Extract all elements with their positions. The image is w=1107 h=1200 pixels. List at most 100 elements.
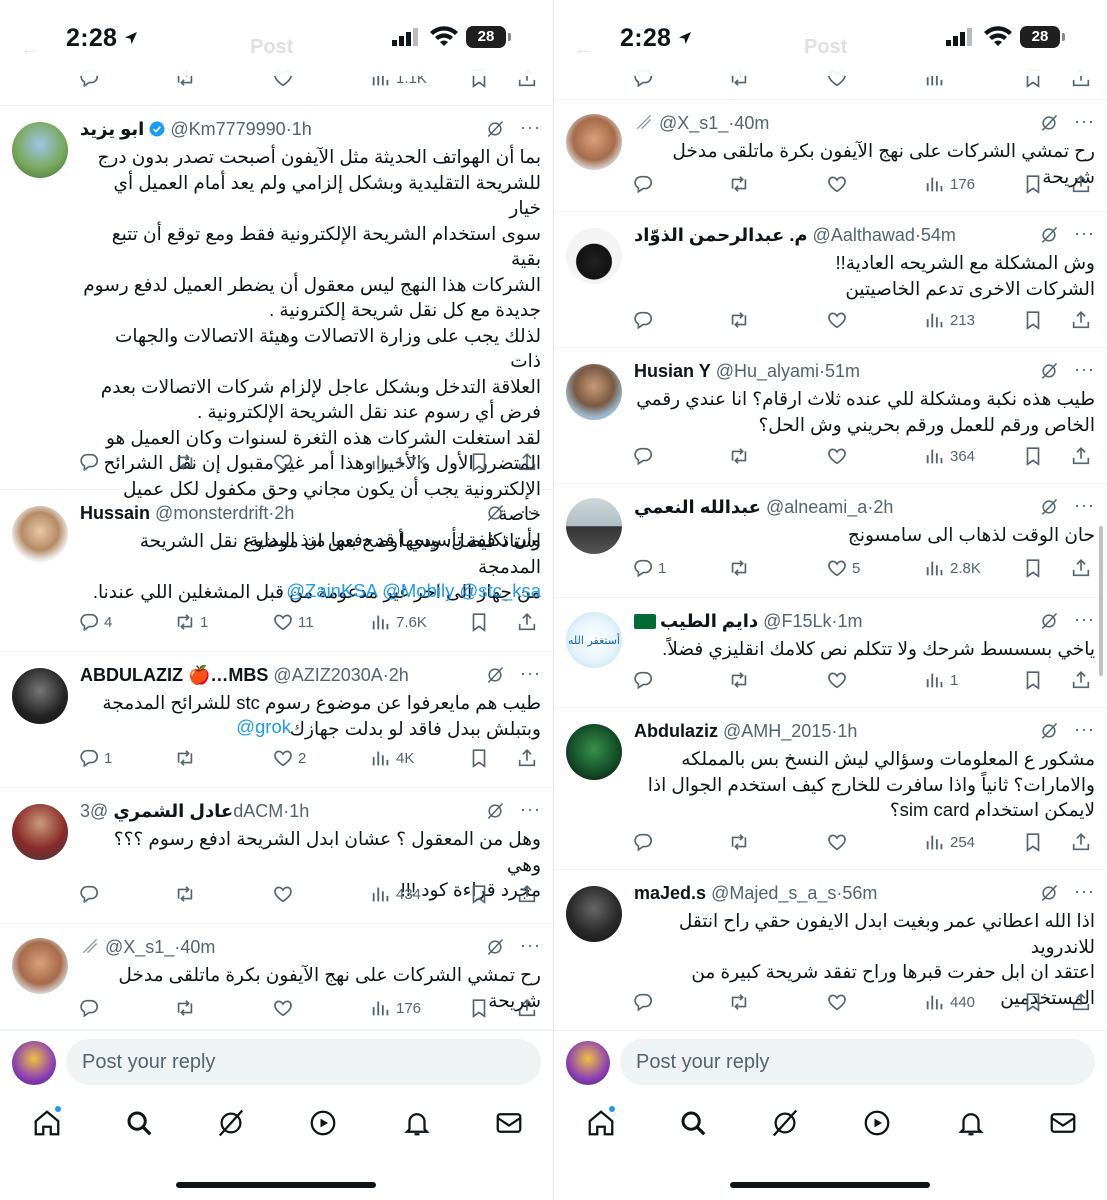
avatar[interactable]: أستغفر الله xyxy=(566,612,622,668)
views-button[interactable]: 1.7K xyxy=(370,450,427,474)
bookmark-button[interactable] xyxy=(1022,990,1044,1014)
reply-button[interactable]: 4 xyxy=(78,610,112,634)
more-options-icon[interactable]: ··· xyxy=(520,116,541,138)
back-icon[interactable]: ← xyxy=(574,38,594,61)
views-button[interactable]: 254 xyxy=(924,830,975,854)
bookmark-button[interactable] xyxy=(1022,830,1044,854)
reply-button[interactable]: 1 xyxy=(78,746,112,770)
more-options-icon[interactable]: ··· xyxy=(1074,718,1095,740)
bookmark-button[interactable] xyxy=(468,610,490,634)
video-icon[interactable] xyxy=(862,1108,892,1138)
tweet[interactable]: أستغفر الله دايم الطيب @F15Lk·1m ··· ياخ… xyxy=(554,598,1107,708)
avatar[interactable] xyxy=(566,114,622,170)
avatar[interactable] xyxy=(12,804,68,860)
my-avatar[interactable] xyxy=(12,1041,56,1085)
share-button[interactable] xyxy=(516,746,538,770)
bookmark-button[interactable] xyxy=(1022,172,1044,196)
reply-button[interactable] xyxy=(632,990,654,1014)
tweet[interactable]: ABDULAZIZ 🍎…MBS @AZIZ2030A·2h ··· طيب هم… xyxy=(0,652,553,788)
reply-input[interactable]: Post your reply xyxy=(66,1039,541,1085)
tweet[interactable]: maJed.s @Majed_s_a_s·56m ··· اذا الله اع… xyxy=(554,870,1107,1030)
bookmark-button[interactable] xyxy=(468,882,490,906)
grok-icon[interactable] xyxy=(485,119,505,139)
like-button[interactable]: 11 xyxy=(272,610,314,634)
like-button[interactable] xyxy=(826,990,848,1014)
views-button[interactable]: 440 xyxy=(924,990,975,1014)
views-button[interactable]: 1 xyxy=(924,668,958,692)
avatar[interactable] xyxy=(12,668,68,724)
author-handle[interactable]: @Aalthawad xyxy=(813,225,915,245)
home-indicator[interactable] xyxy=(176,1182,376,1188)
author-name[interactable]: دايم الطيب xyxy=(660,611,758,631)
grok-icon[interactable] xyxy=(1039,225,1059,245)
repost-button[interactable]: 1 xyxy=(174,610,208,634)
reply-button[interactable] xyxy=(78,996,100,1020)
grok-icon[interactable] xyxy=(485,937,505,957)
author-name[interactable]: ابو يزيد xyxy=(80,119,144,139)
search-icon[interactable] xyxy=(678,1108,708,1138)
author-handle[interactable]: @alneami_a xyxy=(766,497,867,517)
search-icon[interactable] xyxy=(124,1108,154,1138)
repost-button[interactable] xyxy=(728,556,750,580)
share-button[interactable] xyxy=(1070,308,1092,332)
author-handle[interactable]: @monsterdrift xyxy=(155,503,268,523)
grok-icon[interactable] xyxy=(485,801,505,821)
like-button[interactable]: 5 xyxy=(826,556,860,580)
views-button[interactable]: 2.8K xyxy=(924,556,981,580)
share-button[interactable] xyxy=(1070,172,1092,196)
like-button[interactable] xyxy=(826,444,848,468)
share-button[interactable] xyxy=(516,996,538,1020)
bookmark-button[interactable] xyxy=(1022,556,1044,580)
like-button[interactable] xyxy=(826,830,848,854)
avatar[interactable] xyxy=(566,228,622,284)
avatar[interactable] xyxy=(566,724,622,780)
tweet[interactable]: @X_s1_·40m ··· رح تمشي الشركات على نهج ا… xyxy=(0,924,553,1030)
share-button[interactable] xyxy=(1070,556,1092,580)
more-options-icon[interactable]: ··· xyxy=(1074,110,1095,132)
more-options-icon[interactable]: ··· xyxy=(520,662,541,684)
repost-button[interactable] xyxy=(728,172,750,196)
grok-icon[interactable] xyxy=(1039,611,1059,631)
author-handle[interactable]: @AZIZ2030A xyxy=(273,665,382,685)
grok-icon[interactable] xyxy=(1039,361,1059,381)
tweet[interactable]: Hussain @monsterdrift·2h ··· استاذ فيصل،… xyxy=(0,490,553,652)
grok-icon[interactable] xyxy=(485,665,505,685)
repost-button[interactable] xyxy=(728,444,750,468)
views-button[interactable]: 213 xyxy=(924,308,975,332)
bell-icon[interactable] xyxy=(956,1108,986,1138)
views-button[interactable]: 434 xyxy=(370,882,421,906)
back-icon[interactable]: ← xyxy=(20,38,40,61)
author-name[interactable]: maJed.s xyxy=(634,883,706,903)
more-options-icon[interactable]: ··· xyxy=(1074,494,1095,516)
repost-button[interactable] xyxy=(728,990,750,1014)
like-button[interactable] xyxy=(826,668,848,692)
author-handle[interactable]: @Km7779990 xyxy=(170,119,285,139)
repost-button[interactable] xyxy=(174,450,200,474)
reply-button[interactable] xyxy=(632,444,654,468)
more-options-icon[interactable]: ··· xyxy=(1074,222,1095,244)
views-button[interactable]: 7.6K xyxy=(370,610,427,634)
more-options-icon[interactable]: ··· xyxy=(520,798,541,820)
reply-button[interactable]: 1 xyxy=(632,556,666,580)
like-button[interactable] xyxy=(272,882,294,906)
grok-nav-icon[interactable] xyxy=(770,1108,800,1138)
share-button[interactable] xyxy=(1070,668,1092,692)
share-button[interactable] xyxy=(516,610,538,634)
bookmark-button[interactable] xyxy=(1022,444,1044,468)
grok-icon[interactable] xyxy=(1039,721,1059,741)
views-button[interactable]: 364 xyxy=(924,444,975,468)
repost-button[interactable] xyxy=(728,668,750,692)
author-name[interactable]: Hussain xyxy=(80,503,150,523)
bookmark-button[interactable] xyxy=(468,996,490,1020)
repost-button[interactable] xyxy=(728,308,750,332)
home-icon[interactable] xyxy=(586,1108,616,1138)
views-button[interactable]: 176 xyxy=(924,172,975,196)
repost-button[interactable] xyxy=(174,882,196,906)
share-button[interactable] xyxy=(1070,990,1092,1014)
tweet[interactable]: عبدالله النعمي @alneami_a·2h ··· حان الو… xyxy=(554,484,1107,598)
mentions-link[interactable]: @ZainKSA @Mobily @stc_ksa xyxy=(80,578,541,603)
avatar[interactable] xyxy=(566,886,622,942)
avatar[interactable] xyxy=(12,506,68,562)
home-indicator[interactable] xyxy=(730,1182,930,1188)
avatar[interactable] xyxy=(566,364,622,420)
